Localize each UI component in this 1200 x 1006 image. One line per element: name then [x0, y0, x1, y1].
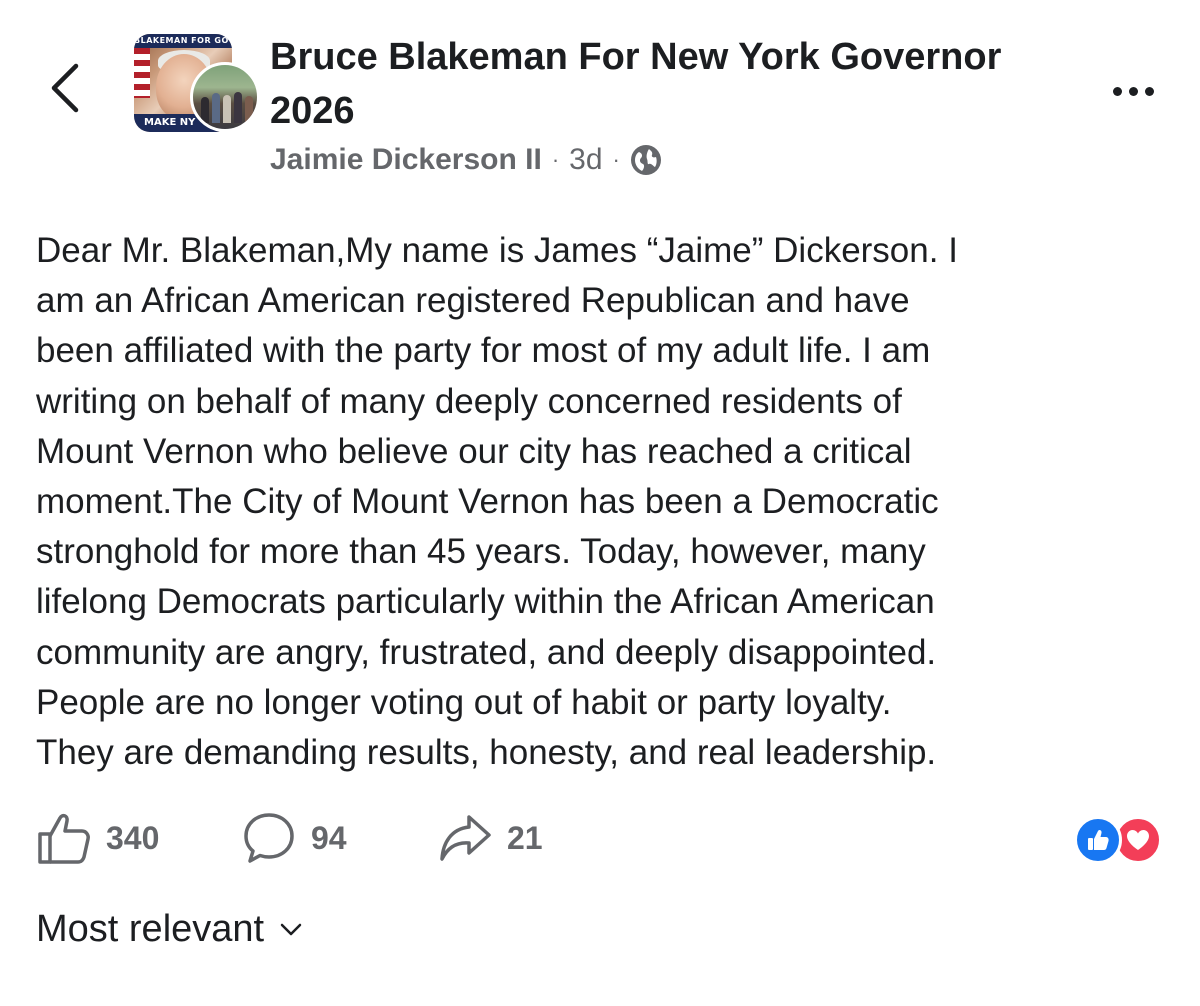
like-reaction-icon [1074, 816, 1122, 864]
author-name[interactable]: Jaimie Dickerson II [270, 140, 542, 180]
post-text: Dear Mr. Blakeman,My name is James “Jaim… [36, 231, 958, 773]
back-button[interactable] [40, 58, 90, 118]
comment-sort-dropdown[interactable]: Most relevant [36, 908, 302, 951]
post-meta: Jaimie Dickerson II · 3d · [270, 140, 662, 180]
sort-label: Most relevant [36, 908, 265, 950]
more-horizontal-icon [1112, 86, 1122, 96]
share-arrow-icon [440, 815, 491, 861]
like-button[interactable]: 340 [34, 808, 239, 868]
photo-figure [223, 95, 231, 123]
share-count: 21 [507, 819, 543, 856]
photo-figure [234, 92, 242, 123]
meta-separator: · [551, 147, 560, 172]
more-dot [1144, 86, 1154, 96]
thumbs-up-icon [38, 813, 90, 864]
share-button[interactable]: 21 [435, 808, 595, 868]
like-count: 340 [106, 819, 160, 856]
chevron-left-icon [51, 63, 79, 113]
photo-figure [212, 93, 220, 123]
chevron-down-icon [280, 923, 302, 935]
author-avatar[interactable] [190, 62, 260, 132]
group-avatar[interactable]: BLAKEMAN FOR GOVERNOR MAKE NY [134, 34, 260, 134]
more-options-button[interactable] [1104, 78, 1162, 104]
meta-separator: · [612, 147, 620, 172]
avatar-banner-top: BLAKEMAN FOR GOVERNOR [134, 34, 232, 48]
post-time[interactable]: 3d [569, 140, 602, 180]
group-name[interactable]: Bruce Blakeman For New York Governor 202… [270, 30, 1090, 138]
photo-figure [201, 97, 209, 123]
comment-count: 94 [311, 819, 347, 856]
reaction-summary[interactable] [1074, 816, 1170, 866]
comment-button[interactable]: 94 [239, 808, 435, 868]
post-actions: 340 94 21 [34, 808, 595, 868]
comment-bubble-icon [244, 813, 294, 863]
more-dot [1128, 86, 1138, 96]
globe-icon [630, 145, 661, 175]
flag-graphic [134, 48, 150, 98]
photo-figure [245, 96, 253, 123]
